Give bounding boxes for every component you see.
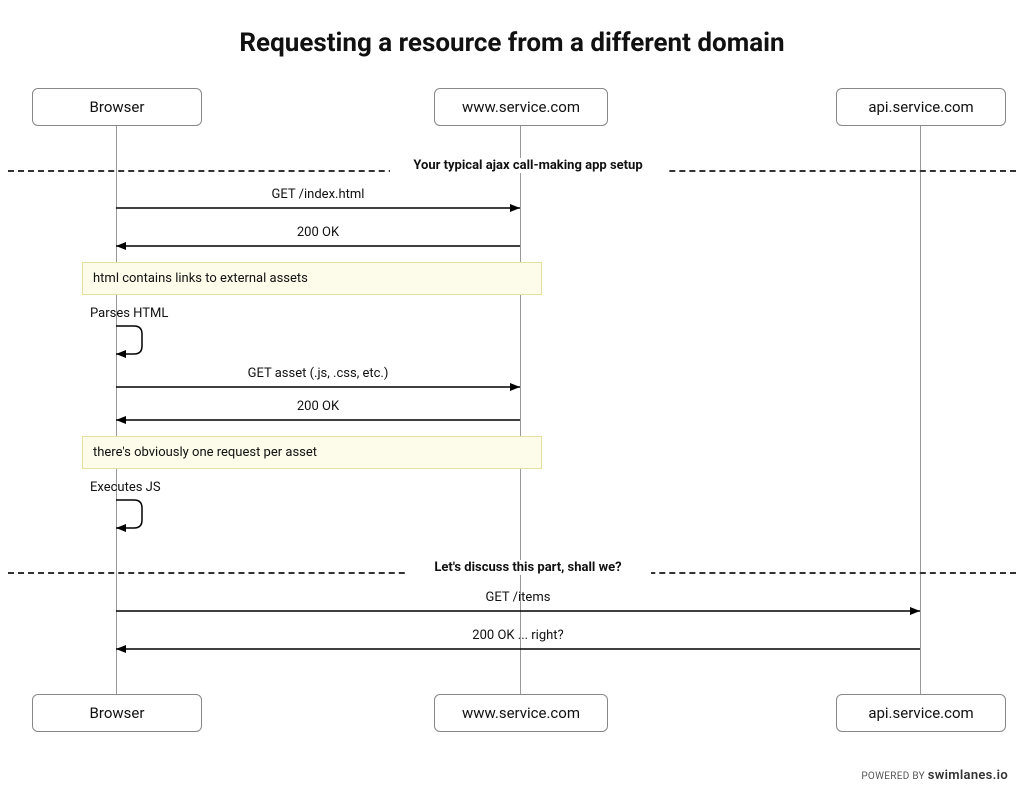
self-label-parses: Parses HTML (90, 306, 168, 321)
arrow-get-index (116, 203, 520, 213)
arrow-label-200-index: 200 OK (116, 225, 520, 240)
arrow-get-items (116, 606, 920, 616)
footer-powered: POWERED BY (861, 771, 925, 782)
arrow-label-200-asset: 200 OK (116, 399, 520, 414)
arrow-label-get-asset: GET asset (.js, .css, etc.) (116, 366, 520, 381)
arrow-label-get-items: GET /items (116, 590, 920, 605)
lifeline-api (920, 124, 921, 694)
self-arrow-parses (116, 324, 146, 358)
self-arrow-executes (116, 498, 146, 532)
note-one-req-per-asset: there's obviously one request per asset (82, 436, 542, 469)
arrow-get-asset (116, 382, 520, 392)
divider-setup-label: Your typical ajax call-making app setup (390, 158, 666, 173)
arrow-label-200-items: 200 OK ... right? (116, 628, 920, 643)
participant-browser-bottom: Browser (32, 694, 202, 732)
sequence-diagram: Requesting a resource from a different d… (0, 0, 1024, 797)
participant-www-top: www.service.com (434, 88, 608, 126)
arrow-200-index (116, 241, 520, 251)
arrow-label-get-index: GET /index.html (116, 187, 520, 202)
note-html-links: html contains links to external assets (82, 262, 542, 295)
participant-api-bottom: api.service.com (836, 694, 1006, 732)
footer: POWERED BY swimlanes.io (861, 768, 1008, 783)
self-label-executes: Executes JS (90, 480, 161, 495)
arrow-200-asset (116, 415, 520, 425)
footer-brand: swimlanes.io (928, 768, 1008, 783)
divider-discuss-label: Let's discuss this part, shall we? (405, 560, 651, 575)
participant-api-top: api.service.com (836, 88, 1006, 126)
arrow-200-items (116, 644, 920, 654)
participant-www-bottom: www.service.com (434, 694, 608, 732)
participant-browser-top: Browser (32, 88, 202, 126)
diagram-title: Requesting a resource from a different d… (0, 28, 1024, 58)
